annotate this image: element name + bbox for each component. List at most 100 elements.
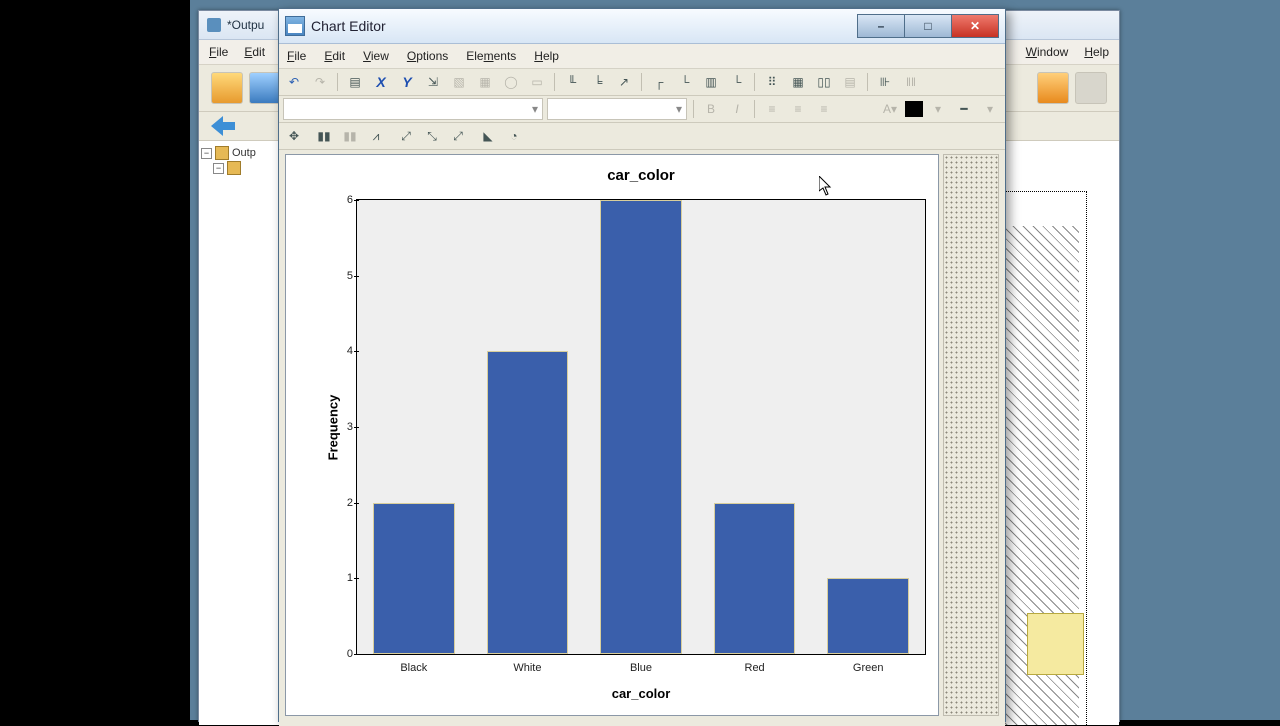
trend3-icon[interactable]: ⤢ xyxy=(447,125,469,147)
chart-editor-title: Chart Editor xyxy=(311,18,386,34)
align-right-icon[interactable]: ≡ xyxy=(813,98,835,120)
grid-cells-icon[interactable]: ▤ xyxy=(839,71,861,93)
chart-editor-toolbar-3: ✥ ▮▮ ▮▮ ⩘ ⤢ ⤡ ⤢ ◣ ◔ xyxy=(279,123,1005,150)
book-icon xyxy=(215,146,229,160)
bar-black[interactable] xyxy=(373,503,455,654)
y-axis-icon[interactable]: Y xyxy=(396,71,418,93)
tree-root-label: Outp xyxy=(232,147,256,159)
ytick: 0 xyxy=(333,648,353,660)
open-button[interactable] xyxy=(211,72,243,104)
select-tool-icon[interactable]: ✥ xyxy=(283,125,305,147)
tool-icon[interactable]: ◯ xyxy=(500,71,522,93)
chart-editor-window: Chart Editor – □ ✕ File Edit View Option… xyxy=(278,8,1006,722)
menu-edit[interactable]: Edit xyxy=(324,49,345,63)
menu-file[interactable]: File xyxy=(209,45,228,59)
grid-icon[interactable]: └ xyxy=(726,71,748,93)
ytick: 5 xyxy=(333,270,353,282)
menu-elements[interactable]: Elements xyxy=(466,49,516,63)
transpose-icon[interactable]: ⇲ xyxy=(422,71,444,93)
ytick: 1 xyxy=(333,572,353,584)
grid-icon[interactable]: └ xyxy=(674,71,696,93)
xcat: White xyxy=(471,662,585,674)
trend-icon[interactable]: ⤢ xyxy=(395,125,417,147)
pie-icon[interactable]: ◔ xyxy=(503,125,525,147)
scale-icon[interactable]: ⊪ xyxy=(874,71,896,93)
menu-help[interactable]: Help xyxy=(534,49,559,63)
redo-icon[interactable]: ↷ xyxy=(309,71,331,93)
chart-frame: car_color Frequency car_color 0123456Bla… xyxy=(285,154,939,716)
back-arrow-icon[interactable] xyxy=(211,116,235,136)
chart-canvas[interactable]: car_color Frequency car_color 0123456Bla… xyxy=(285,154,999,720)
align-left-icon[interactable]: ≡ xyxy=(761,98,783,120)
line-menu-icon[interactable]: ▾ xyxy=(979,98,1001,120)
plot-area[interactable]: 0123456BlackWhiteBlueRedGreen xyxy=(356,199,926,655)
undo-icon[interactable]: ↶ xyxy=(283,71,305,93)
menu-edit[interactable]: Edit xyxy=(244,45,265,59)
xcat: Blue xyxy=(584,662,698,674)
output-tree[interactable]: −Outp − xyxy=(199,141,282,725)
font-size-combo[interactable] xyxy=(547,98,687,120)
align-center-icon[interactable]: ≡ xyxy=(787,98,809,120)
properties-icon[interactable]: ▤ xyxy=(344,71,366,93)
menu-window[interactable]: Window xyxy=(1026,45,1069,59)
tool-icon[interactable]: ▧ xyxy=(448,71,470,93)
grid-icon[interactable]: ┌ xyxy=(648,71,670,93)
ytick: 4 xyxy=(333,345,353,357)
axis-tool-icon[interactable]: ╙ xyxy=(561,71,583,93)
line-style-icon[interactable]: ━ xyxy=(953,98,975,120)
xcat: Red xyxy=(698,662,812,674)
chart-editor-toolbar-1: ↶ ↷ ▤ X Y ⇲ ▧ ▦ ◯ ▭ ╙ ╘ ↗ ┌ └ ▥ └ ⠿ ▦ ▯▯… xyxy=(279,69,1005,96)
bar-red[interactable] xyxy=(714,503,796,654)
grid-icon[interactable]: ▥ xyxy=(700,71,722,93)
bar-chart-icon[interactable]: ▮▮ xyxy=(313,125,335,147)
area-icon[interactable]: ◣ xyxy=(477,125,499,147)
xcat: Green xyxy=(811,662,925,674)
xcat: Black xyxy=(357,662,471,674)
scale-icon[interactable]: ‖‖ xyxy=(900,71,922,93)
bg-yellow-bar xyxy=(1027,613,1084,675)
tree-collapse-icon[interactable]: − xyxy=(213,163,224,174)
ytick: 3 xyxy=(333,421,353,433)
fill-color-swatch[interactable] xyxy=(905,101,923,117)
toolbar-button-b[interactable] xyxy=(1075,72,1107,104)
ytick: 2 xyxy=(333,497,353,509)
chart-title[interactable]: car_color xyxy=(356,167,926,184)
x-axis-label[interactable]: car_color xyxy=(356,686,926,701)
menu-help[interactable]: Help xyxy=(1084,45,1109,59)
axis-tool-icon[interactable]: ╘ xyxy=(587,71,609,93)
tool-icon[interactable]: ▦ xyxy=(474,71,496,93)
trend2-icon[interactable]: ⤡ xyxy=(421,125,443,147)
tool-icon[interactable]: ▭ xyxy=(526,71,548,93)
chart-editor-icon xyxy=(285,16,305,36)
tree-collapse-icon[interactable]: − xyxy=(201,148,212,159)
font-family-combo[interactable] xyxy=(283,98,543,120)
menu-options[interactable]: Options xyxy=(407,49,448,63)
text-color-icon[interactable]: A▾ xyxy=(879,98,901,120)
line-chart-icon[interactable]: ⩘ xyxy=(365,125,387,147)
italic-button[interactable]: I xyxy=(726,98,748,120)
bar-white[interactable] xyxy=(487,351,569,654)
grid-mesh-icon[interactable]: ▦ xyxy=(787,71,809,93)
fill-menu-icon[interactable]: ▾ xyxy=(927,98,949,120)
save-button[interactable] xyxy=(249,72,281,104)
maximize-button[interactable]: □ xyxy=(904,14,952,38)
bar-blue[interactable] xyxy=(600,200,682,654)
bold-button[interactable]: B xyxy=(700,98,722,120)
chart-editor-titlebar[interactable]: Chart Editor – □ ✕ xyxy=(279,9,1005,44)
menu-view[interactable]: View xyxy=(363,49,389,63)
bar-green[interactable] xyxy=(827,578,909,654)
chart[interactable]: car_color Frequency car_color 0123456Bla… xyxy=(356,199,926,655)
minimize-button[interactable]: – xyxy=(857,14,905,38)
chart-editor-toolbar-2: B I ≡ ≡ ≡ A▾ ▾ ━ ▾ xyxy=(279,96,1005,123)
scrollbar-gutter[interactable] xyxy=(943,154,999,716)
grid-cols-icon[interactable]: ▯▯ xyxy=(813,71,835,93)
grid-dots-icon[interactable]: ⠿ xyxy=(761,71,783,93)
close-button[interactable]: ✕ xyxy=(951,14,999,38)
menu-file[interactable]: File xyxy=(287,49,306,63)
x-axis-icon[interactable]: X xyxy=(370,71,392,93)
bar-chart2-icon[interactable]: ▮▮ xyxy=(339,125,361,147)
toolbar-button-a[interactable] xyxy=(1037,72,1069,104)
chart-editor-menubar[interactable]: File Edit View Options Elements Help xyxy=(279,44,1005,69)
axis-tool-icon[interactable]: ↗ xyxy=(613,71,635,93)
book-icon xyxy=(227,161,241,175)
